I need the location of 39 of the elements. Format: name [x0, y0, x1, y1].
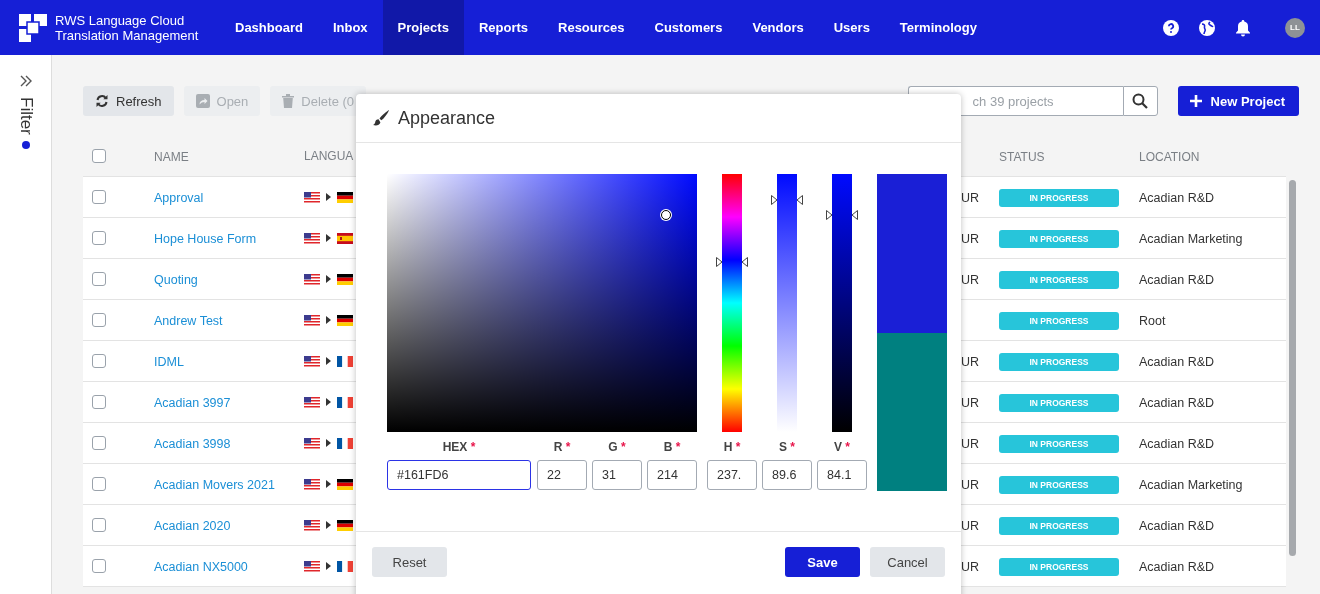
table-cell: UR — [961, 478, 980, 492]
table-cell: Acadian R&D — [1139, 437, 1215, 451]
table-cell: Acadian R&D — [1139, 273, 1215, 287]
table-cell: Acadian Marketing — [1139, 232, 1243, 246]
table-cell: Acadian R&D — [1139, 519, 1215, 533]
status-badge: IN PROGRESS — [999, 230, 1119, 248]
table-cell: Acadian Marketing — [1139, 478, 1243, 492]
table-cell: UR — [961, 519, 980, 533]
status-badge: IN PROGRESS — [999, 476, 1119, 494]
field-label: HEX * — [442, 440, 476, 454]
field-label: G * — [608, 440, 626, 454]
status-badge: IN PROGRESS — [999, 394, 1119, 412]
status-badge: IN PROGRESS — [999, 435, 1119, 453]
app-title: Translation Management — [55, 27, 199, 43]
table-cell: Acadian R&D — [1139, 355, 1215, 369]
table-cell: UR — [961, 355, 980, 369]
table-cell: Acadian R&D — [1139, 560, 1215, 574]
table-cell: UR — [961, 437, 980, 451]
dialog-title: Appearance — [398, 107, 496, 129]
status-badge: IN PROGRESS — [999, 353, 1119, 371]
field-label: H * — [723, 440, 741, 454]
table-cell: Acadian R&D — [1139, 396, 1215, 410]
field-label: R * — [553, 440, 571, 454]
table-cell: Root — [1139, 314, 1166, 328]
table-cell: UR — [961, 191, 980, 205]
table-cell: UR — [961, 273, 980, 287]
table-cell: Acadian R&D — [1139, 191, 1215, 205]
table-cell: UR — [961, 560, 980, 574]
status-badge: IN PROGRESS — [999, 558, 1119, 576]
status-badge: IN PROGRESS — [999, 189, 1119, 207]
field-label: B * — [663, 440, 681, 454]
status-badge: IN PROGRESS — [999, 271, 1119, 289]
status-badge: IN PROGRESS — [999, 517, 1119, 535]
status-badge: IN PROGRESS — [999, 312, 1119, 330]
field-label: V * — [834, 440, 850, 454]
table-cell: UR — [961, 232, 980, 246]
table-cell: UR — [961, 396, 980, 410]
app-title: RWS Language Cloud — [55, 12, 186, 28]
field-label: S * — [779, 440, 795, 454]
